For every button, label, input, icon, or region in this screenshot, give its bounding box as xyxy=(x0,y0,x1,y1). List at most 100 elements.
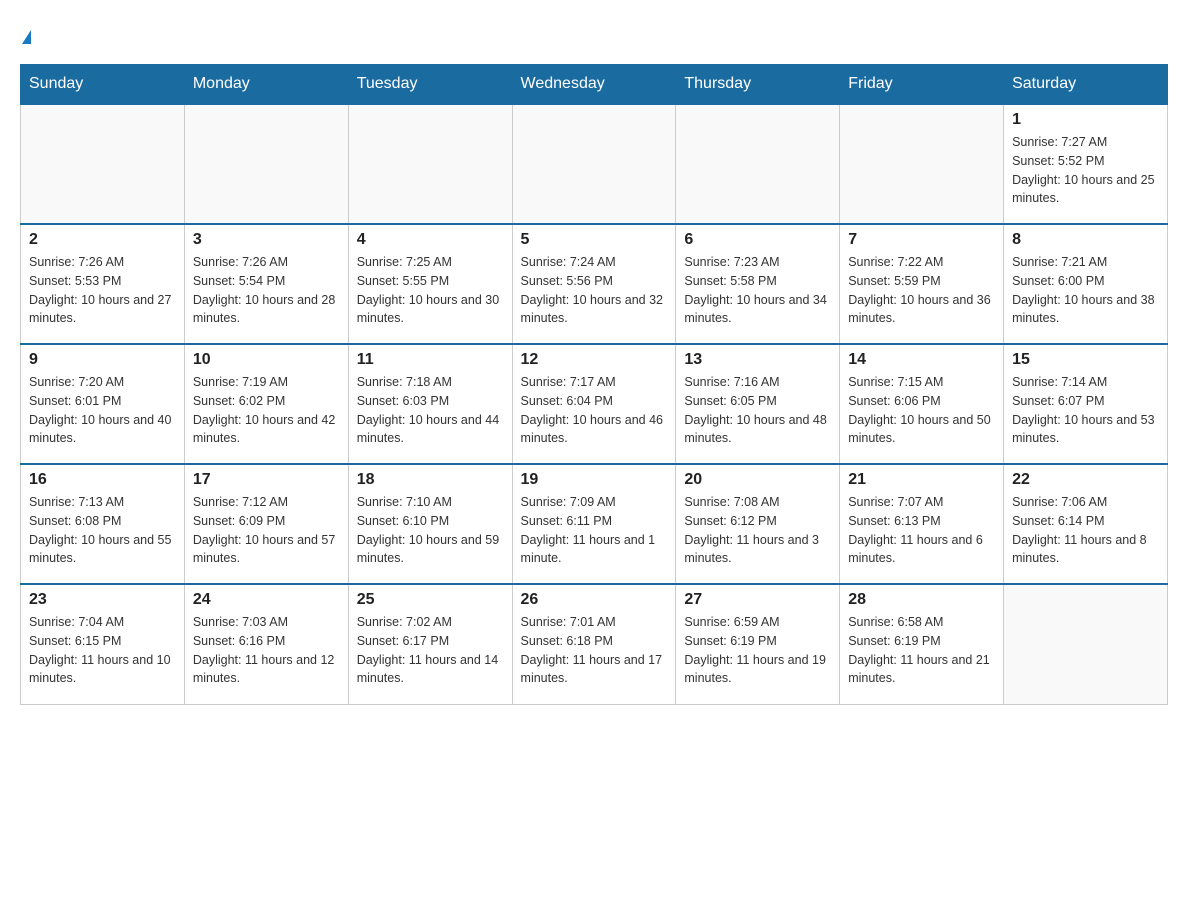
calendar-cell: 14 Sunrise: 7:15 AMSunset: 6:06 PMDayligh… xyxy=(840,344,1004,464)
column-header-tuesday: Tuesday xyxy=(348,65,512,105)
day-info: Sunrise: 7:21 AMSunset: 6:00 PMDaylight:… xyxy=(1012,253,1159,328)
page-header xyxy=(20,20,1168,48)
day-info: Sunrise: 7:18 AMSunset: 6:03 PMDaylight:… xyxy=(357,373,504,448)
day-info: Sunrise: 7:24 AMSunset: 5:56 PMDaylight:… xyxy=(521,253,668,328)
day-info: Sunrise: 7:13 AMSunset: 6:08 PMDaylight:… xyxy=(29,493,176,568)
calendar-cell: 27Sunrise: 6:59 AMSunset: 6:19 PMDayligh… xyxy=(676,584,840,704)
day-number: 10 xyxy=(193,351,340,369)
day-number: 3 xyxy=(193,231,340,249)
column-header-saturday: Saturday xyxy=(1004,65,1168,105)
day-number: 13 xyxy=(684,351,831,369)
calendar-cell xyxy=(676,104,840,224)
logo-general-row xyxy=(20,20,31,48)
calendar-cell: 16 Sunrise: 7:13 AMSunset: 6:08 PMDayligh… xyxy=(21,464,185,584)
calendar-cell: 13 Sunrise: 7:16 AMSunset: 6:05 PMDayligh… xyxy=(676,344,840,464)
day-number: 7 xyxy=(848,231,995,249)
day-info: Sunrise: 7:26 AMSunset: 5:53 PMDaylight:… xyxy=(29,253,176,328)
day-info: Sunrise: 7:06 AMSunset: 6:14 PMDaylight:… xyxy=(1012,493,1159,568)
calendar-cell: 9 Sunrise: 7:20 AMSunset: 6:01 PMDaylight… xyxy=(21,344,185,464)
calendar-cell: 1 Sunrise: 7:27 AMSunset: 5:52 PMDaylight… xyxy=(1004,104,1168,224)
calendar-cell: 24 Sunrise: 7:03 AMSunset: 6:16 PMDayligh… xyxy=(184,584,348,704)
day-info: Sunrise: 7:20 AMSunset: 6:01 PMDaylight:… xyxy=(29,373,176,448)
calendar-cell xyxy=(348,104,512,224)
day-info: Sunrise: 6:59 AMSunset: 6:19 PMDaylight:… xyxy=(684,613,831,688)
calendar-cell: 8 Sunrise: 7:21 AMSunset: 6:00 PMDaylight… xyxy=(1004,224,1168,344)
day-info: Sunrise: 7:27 AMSunset: 5:52 PMDaylight:… xyxy=(1012,133,1159,208)
calendar-cell xyxy=(21,104,185,224)
day-number: 23 xyxy=(29,591,176,609)
day-number: 16 xyxy=(29,471,176,489)
day-number: 21 xyxy=(848,471,995,489)
day-info: Sunrise: 7:22 AMSunset: 5:59 PMDaylight:… xyxy=(848,253,995,328)
calendar-cell: 17 Sunrise: 7:12 AMSunset: 6:09 PMDayligh… xyxy=(184,464,348,584)
day-number: 22 xyxy=(1012,471,1159,489)
calendar-cell: 20 Sunrise: 7:08 AMSunset: 6:12 PMDayligh… xyxy=(676,464,840,584)
day-number: 14 xyxy=(848,351,995,369)
day-info: Sunrise: 7:09 AMSunset: 6:11 PMDaylight:… xyxy=(521,493,668,568)
day-number: 4 xyxy=(357,231,504,249)
day-number: 18 xyxy=(357,471,504,489)
day-info: Sunrise: 7:23 AMSunset: 5:58 PMDaylight:… xyxy=(684,253,831,328)
column-header-friday: Friday xyxy=(840,65,1004,105)
day-number: 20 xyxy=(684,471,831,489)
week-row-4: 16 Sunrise: 7:13 AMSunset: 6:08 PMDayligh… xyxy=(21,464,1168,584)
day-info: Sunrise: 7:07 AMSunset: 6:13 PMDaylight:… xyxy=(848,493,995,568)
calendar-cell: 25 Sunrise: 7:02 AMSunset: 6:17 PMDayligh… xyxy=(348,584,512,704)
calendar-cell: 26 Sunrise: 7:01 AMSunset: 6:18 PMDayligh… xyxy=(512,584,676,704)
column-header-wednesday: Wednesday xyxy=(512,65,676,105)
day-number: 6 xyxy=(684,231,831,249)
calendar-cell: 6 Sunrise: 7:23 AMSunset: 5:58 PMDaylight… xyxy=(676,224,840,344)
day-info: Sunrise: 7:10 AMSunset: 6:10 PMDaylight:… xyxy=(357,493,504,568)
day-info: Sunrise: 7:15 AMSunset: 6:06 PMDaylight:… xyxy=(848,373,995,448)
week-row-2: 2Sunrise: 7:26 AMSunset: 5:53 PMDaylight… xyxy=(21,224,1168,344)
day-number: 25 xyxy=(357,591,504,609)
day-info: Sunrise: 7:19 AMSunset: 6:02 PMDaylight:… xyxy=(193,373,340,448)
week-row-1: 1 Sunrise: 7:27 AMSunset: 5:52 PMDaylight… xyxy=(21,104,1168,224)
calendar-table: SundayMondayTuesdayWednesdayThursdayFrid… xyxy=(20,64,1168,705)
calendar-cell xyxy=(512,104,676,224)
column-header-thursday: Thursday xyxy=(676,65,840,105)
day-number: 17 xyxy=(193,471,340,489)
day-number: 9 xyxy=(29,351,176,369)
calendar-cell xyxy=(1004,584,1168,704)
week-row-5: 23Sunrise: 7:04 AMSunset: 6:15 PMDayligh… xyxy=(21,584,1168,704)
week-row-3: 9 Sunrise: 7:20 AMSunset: 6:01 PMDaylight… xyxy=(21,344,1168,464)
day-number: 5 xyxy=(521,231,668,249)
calendar-cell xyxy=(184,104,348,224)
calendar-cell: 12 Sunrise: 7:17 AMSunset: 6:04 PMDayligh… xyxy=(512,344,676,464)
day-number: 1 xyxy=(1012,111,1159,129)
day-info: Sunrise: 7:12 AMSunset: 6:09 PMDaylight:… xyxy=(193,493,340,568)
day-number: 12 xyxy=(521,351,668,369)
calendar-cell: 7 Sunrise: 7:22 AMSunset: 5:59 PMDaylight… xyxy=(840,224,1004,344)
day-info: Sunrise: 7:08 AMSunset: 6:12 PMDaylight:… xyxy=(684,493,831,568)
calendar-cell: 4 Sunrise: 7:25 AMSunset: 5:55 PMDaylight… xyxy=(348,224,512,344)
logo xyxy=(20,20,31,48)
day-info: Sunrise: 7:16 AMSunset: 6:05 PMDaylight:… xyxy=(684,373,831,448)
day-info: Sunrise: 7:25 AMSunset: 5:55 PMDaylight:… xyxy=(357,253,504,328)
day-number: 19 xyxy=(521,471,668,489)
calendar-header-row: SundayMondayTuesdayWednesdayThursdayFrid… xyxy=(21,65,1168,105)
column-header-sunday: Sunday xyxy=(21,65,185,105)
day-info: Sunrise: 6:58 AMSunset: 6:19 PMDaylight:… xyxy=(848,613,995,688)
day-number: 8 xyxy=(1012,231,1159,249)
calendar-cell: 21 Sunrise: 7:07 AMSunset: 6:13 PMDayligh… xyxy=(840,464,1004,584)
day-info: Sunrise: 7:01 AMSunset: 6:18 PMDaylight:… xyxy=(521,613,668,688)
calendar-cell: 15Sunrise: 7:14 AMSunset: 6:07 PMDayligh… xyxy=(1004,344,1168,464)
day-number: 24 xyxy=(193,591,340,609)
day-info: Sunrise: 7:26 AMSunset: 5:54 PMDaylight:… xyxy=(193,253,340,328)
day-number: 11 xyxy=(357,351,504,369)
calendar-cell: 5 Sunrise: 7:24 AMSunset: 5:56 PMDaylight… xyxy=(512,224,676,344)
day-info: Sunrise: 7:14 AMSunset: 6:07 PMDaylight:… xyxy=(1012,373,1159,448)
calendar-cell: 2Sunrise: 7:26 AMSunset: 5:53 PMDaylight… xyxy=(21,224,185,344)
day-info: Sunrise: 7:03 AMSunset: 6:16 PMDaylight:… xyxy=(193,613,340,688)
column-header-monday: Monday xyxy=(184,65,348,105)
calendar-cell: 3 Sunrise: 7:26 AMSunset: 5:54 PMDaylight… xyxy=(184,224,348,344)
day-number: 26 xyxy=(521,591,668,609)
calendar-cell: 23Sunrise: 7:04 AMSunset: 6:15 PMDayligh… xyxy=(21,584,185,704)
calendar-cell: 19 Sunrise: 7:09 AMSunset: 6:11 PMDayligh… xyxy=(512,464,676,584)
calendar-cell: 22 Sunrise: 7:06 AMSunset: 6:14 PMDayligh… xyxy=(1004,464,1168,584)
day-info: Sunrise: 7:02 AMSunset: 6:17 PMDaylight:… xyxy=(357,613,504,688)
calendar-cell: 28Sunrise: 6:58 AMSunset: 6:19 PMDayligh… xyxy=(840,584,1004,704)
day-info: Sunrise: 7:17 AMSunset: 6:04 PMDaylight:… xyxy=(521,373,668,448)
calendar-cell: 18 Sunrise: 7:10 AMSunset: 6:10 PMDayligh… xyxy=(348,464,512,584)
